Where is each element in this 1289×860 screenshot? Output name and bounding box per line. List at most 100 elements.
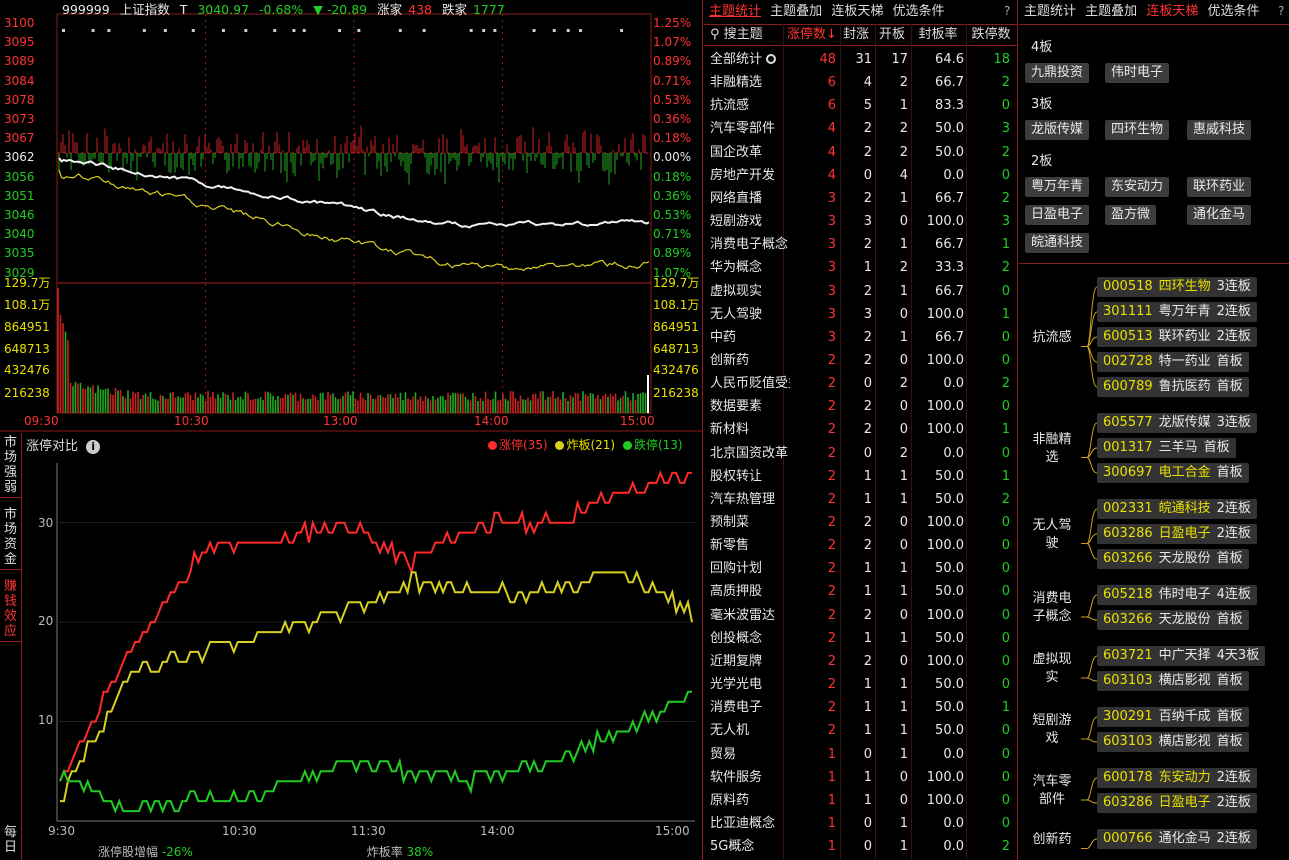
ladder-stock-chip[interactable]: 伟时电子 bbox=[1105, 63, 1170, 83]
table-row[interactable]: 汽车零部件 4 2 2 50.0 3 bbox=[704, 117, 1017, 140]
table-row[interactable]: 创投概念 2 1 1 50.0 0 bbox=[704, 627, 1017, 650]
table-row[interactable]: 消费电子 2 1 1 50.0 1 bbox=[704, 696, 1017, 719]
table-row[interactable]: 房地产开发 4 0 4 0.0 0 bbox=[704, 164, 1017, 187]
ladder-stock-chip[interactable]: 龙版传媒 bbox=[1025, 120, 1090, 140]
seal-rate: 100.0 bbox=[926, 422, 964, 438]
table-row[interactable]: 创新药 2 2 0 100.0 0 bbox=[704, 349, 1017, 372]
limit-up-count: 48 bbox=[819, 52, 836, 67]
ladder-stock-chip[interactable]: 惠威科技 bbox=[1187, 120, 1252, 140]
col-opened[interactable]: 开板 bbox=[874, 25, 910, 45]
table-row[interactable]: 虚拟现实 3 2 1 66.7 0 bbox=[704, 280, 1017, 303]
volume-tick: 864951 bbox=[4, 320, 50, 334]
table-row[interactable]: 全部统计 48 31 17 64.6 18 bbox=[704, 48, 1017, 71]
theme-stock-chip[interactable]: 001317 三羊马 首板 bbox=[1097, 438, 1236, 458]
help-icon[interactable]: ? bbox=[1004, 4, 1010, 18]
opened-count: 1 bbox=[899, 190, 908, 206]
table-row[interactable]: 近期复牌 2 2 0 100.0 0 bbox=[704, 650, 1017, 673]
col-sealed[interactable]: 封涨 bbox=[838, 25, 874, 45]
tab-ladder[interactable]: 连板天梯 bbox=[1146, 4, 1198, 19]
ladder-stock-chip[interactable]: 通化金马 bbox=[1187, 205, 1252, 225]
theme-stock-chip[interactable]: 300697 电工合金 首板 bbox=[1097, 463, 1249, 483]
table-row[interactable]: 短剧游戏 3 3 0 100.0 3 bbox=[704, 210, 1017, 233]
table-row[interactable]: 无人驾驶 3 3 0 100.0 1 bbox=[704, 303, 1017, 326]
tab-theme-stats[interactable]: 主题统计 bbox=[1024, 4, 1076, 19]
table-row[interactable]: 国企改革 4 2 2 50.0 2 bbox=[704, 141, 1017, 164]
theme-stock-chip[interactable]: 600789 鲁抗医药 首板 bbox=[1097, 377, 1249, 397]
tab-theme-overlay[interactable]: 主题叠加 bbox=[770, 4, 822, 19]
theme-stock-chip[interactable]: 000766 通化金马 2连板 bbox=[1097, 829, 1257, 849]
table-row[interactable]: 毫米波雷达 2 2 0 100.0 0 bbox=[704, 604, 1017, 627]
tab-theme-overlay[interactable]: 主题叠加 bbox=[1085, 4, 1137, 19]
table-row[interactable]: 汽车热管理 2 1 1 50.0 2 bbox=[704, 488, 1017, 511]
table-row[interactable]: 人民币贬值受益 2 0 2 0.0 2 bbox=[704, 372, 1017, 395]
up-count: 438 bbox=[408, 2, 432, 17]
theme-stock-chip[interactable]: 300291 百纳千成 首板 bbox=[1097, 707, 1249, 727]
table-row[interactable]: 北京国资改革 2 0 2 0.0 0 bbox=[704, 442, 1017, 465]
theme-stock-chip[interactable]: 603103 横店影视 首板 bbox=[1097, 732, 1249, 752]
theme-stock-chip[interactable]: 301111 粤万年青 2连板 bbox=[1097, 302, 1257, 322]
theme-stock-chip[interactable]: 600513 联环药业 2连板 bbox=[1097, 327, 1257, 347]
limit-compare-chart[interactable] bbox=[0, 433, 703, 860]
stock-name: 东安动力 bbox=[1158, 770, 1211, 785]
ladder-stock-chip[interactable]: 粤万年青 bbox=[1025, 177, 1090, 197]
table-row[interactable]: 数据要素 2 2 0 100.0 0 bbox=[704, 395, 1017, 418]
theme-stock-chip[interactable]: 603286 日盈电子 2连板 bbox=[1097, 793, 1257, 813]
limit-up-count: 2 bbox=[827, 491, 836, 507]
theme-stats-panel: 主题统计 主题叠加 连板天梯 优选条件 ? ⚲ 搜主题 涨停数↓ 封涨 开板 封… bbox=[704, 0, 1018, 860]
index-intraday-chart[interactable] bbox=[0, 0, 703, 432]
table-row[interactable]: 软件服务 1 1 0 100.0 0 bbox=[704, 766, 1017, 789]
price-tick: 3051 bbox=[4, 188, 35, 203]
sealed-count: 0 bbox=[863, 445, 872, 461]
col-limit-down[interactable]: 跌停数 bbox=[966, 25, 1016, 45]
help-icon[interactable]: ? bbox=[1278, 4, 1284, 18]
theme-stock-chip[interactable]: 603103 横店影视 首板 bbox=[1097, 671, 1249, 691]
seal-rate: 100.0 bbox=[926, 515, 964, 530]
table-row[interactable]: 预制菜 2 2 0 100.0 0 bbox=[704, 511, 1017, 534]
tab-theme-stats[interactable]: 主题统计 bbox=[709, 4, 761, 19]
table-row[interactable]: 股权转让 2 1 1 50.0 1 bbox=[704, 465, 1017, 488]
table-row[interactable]: 抗流感 6 5 1 83.3 0 bbox=[704, 94, 1017, 117]
table-row[interactable]: 非融精选 6 4 2 66.7 2 bbox=[704, 71, 1017, 94]
ladder-stock-chip[interactable]: 东安动力 bbox=[1105, 177, 1170, 197]
ladder-stock-chip[interactable]: 盈方微 bbox=[1105, 205, 1157, 225]
theme-stock-chip[interactable]: 605577 龙版传媒 3连板 bbox=[1097, 413, 1257, 433]
table-row[interactable]: 无人机 2 1 1 50.0 0 bbox=[704, 719, 1017, 742]
opened-count: 1 bbox=[899, 723, 908, 739]
ladder-stock-chip[interactable]: 九鼎投资 bbox=[1025, 63, 1090, 83]
ladder-stock-chip[interactable]: 联环药业 bbox=[1187, 177, 1252, 197]
tab-filter[interactable]: 优选条件 bbox=[892, 4, 944, 19]
theme-search[interactable]: ⚲ 搜主题 bbox=[710, 25, 763, 45]
theme-stock-chip[interactable]: 002331 皖通科技 2连板 bbox=[1097, 499, 1257, 519]
tab-filter[interactable]: 优选条件 bbox=[1207, 4, 1259, 19]
theme-stock-chip[interactable]: 605218 伟时电子 4连板 bbox=[1097, 585, 1257, 605]
table-row[interactable]: 新材料 2 2 0 100.0 1 bbox=[704, 418, 1017, 441]
theme-stock-chip[interactable]: 000518 四环生物 3连板 bbox=[1097, 277, 1257, 297]
table-row[interactable]: 新零售 2 2 0 100.0 0 bbox=[704, 534, 1017, 557]
theme-stock-chip[interactable]: 603266 天龙股份 首板 bbox=[1097, 610, 1249, 630]
ladder-stock-chip[interactable]: 皖通科技 bbox=[1025, 233, 1090, 253]
theme-stock-chip[interactable]: 603286 日盈电子 2连板 bbox=[1097, 524, 1257, 544]
table-row[interactable]: 光学光电 2 1 1 50.0 0 bbox=[704, 673, 1017, 696]
tab-ladder[interactable]: 连板天梯 bbox=[831, 4, 883, 19]
table-row[interactable]: 华为概念 3 1 2 33.3 2 bbox=[704, 256, 1017, 279]
col-limit-up[interactable]: 涨停数↓ bbox=[786, 25, 838, 45]
theme-stock-chip[interactable]: 600178 东安动力 2连板 bbox=[1097, 768, 1257, 788]
sealed-count: 1 bbox=[863, 468, 872, 484]
volume-tick: 648713 bbox=[4, 342, 50, 356]
table-row[interactable]: 5G概念 1 0 1 0.0 2 bbox=[704, 835, 1017, 858]
table-row[interactable]: 回购计划 2 1 1 50.0 0 bbox=[704, 557, 1017, 580]
table-row[interactable]: 比亚迪概念 1 0 1 0.0 0 bbox=[704, 812, 1017, 835]
theme-stock-chip[interactable]: 603266 天龙股份 首板 bbox=[1097, 549, 1249, 569]
table-row[interactable]: 贸易 1 0 1 0.0 0 bbox=[704, 743, 1017, 766]
stock-name: 伟时电子 bbox=[1158, 587, 1211, 602]
table-row[interactable]: 网络直播 3 2 1 66.7 2 bbox=[704, 187, 1017, 210]
ladder-stock-chip[interactable]: 四环生物 bbox=[1105, 120, 1170, 140]
table-row[interactable]: 消费电子概念 3 2 1 66.7 1 bbox=[704, 233, 1017, 256]
table-row[interactable]: 高质押股 2 1 1 50.0 0 bbox=[704, 580, 1017, 603]
ladder-stock-chip[interactable]: 日盈电子 bbox=[1025, 205, 1090, 225]
table-row[interactable]: 原料药 1 1 0 100.0 0 bbox=[704, 789, 1017, 812]
table-row[interactable]: 中药 3 2 1 66.7 0 bbox=[704, 326, 1017, 349]
col-seal-rate[interactable]: 封板率 bbox=[912, 25, 964, 45]
theme-stock-chip[interactable]: 603721 中广天择 4天3板 bbox=[1097, 646, 1266, 666]
theme-stock-chip[interactable]: 002728 特一药业 首板 bbox=[1097, 352, 1249, 372]
